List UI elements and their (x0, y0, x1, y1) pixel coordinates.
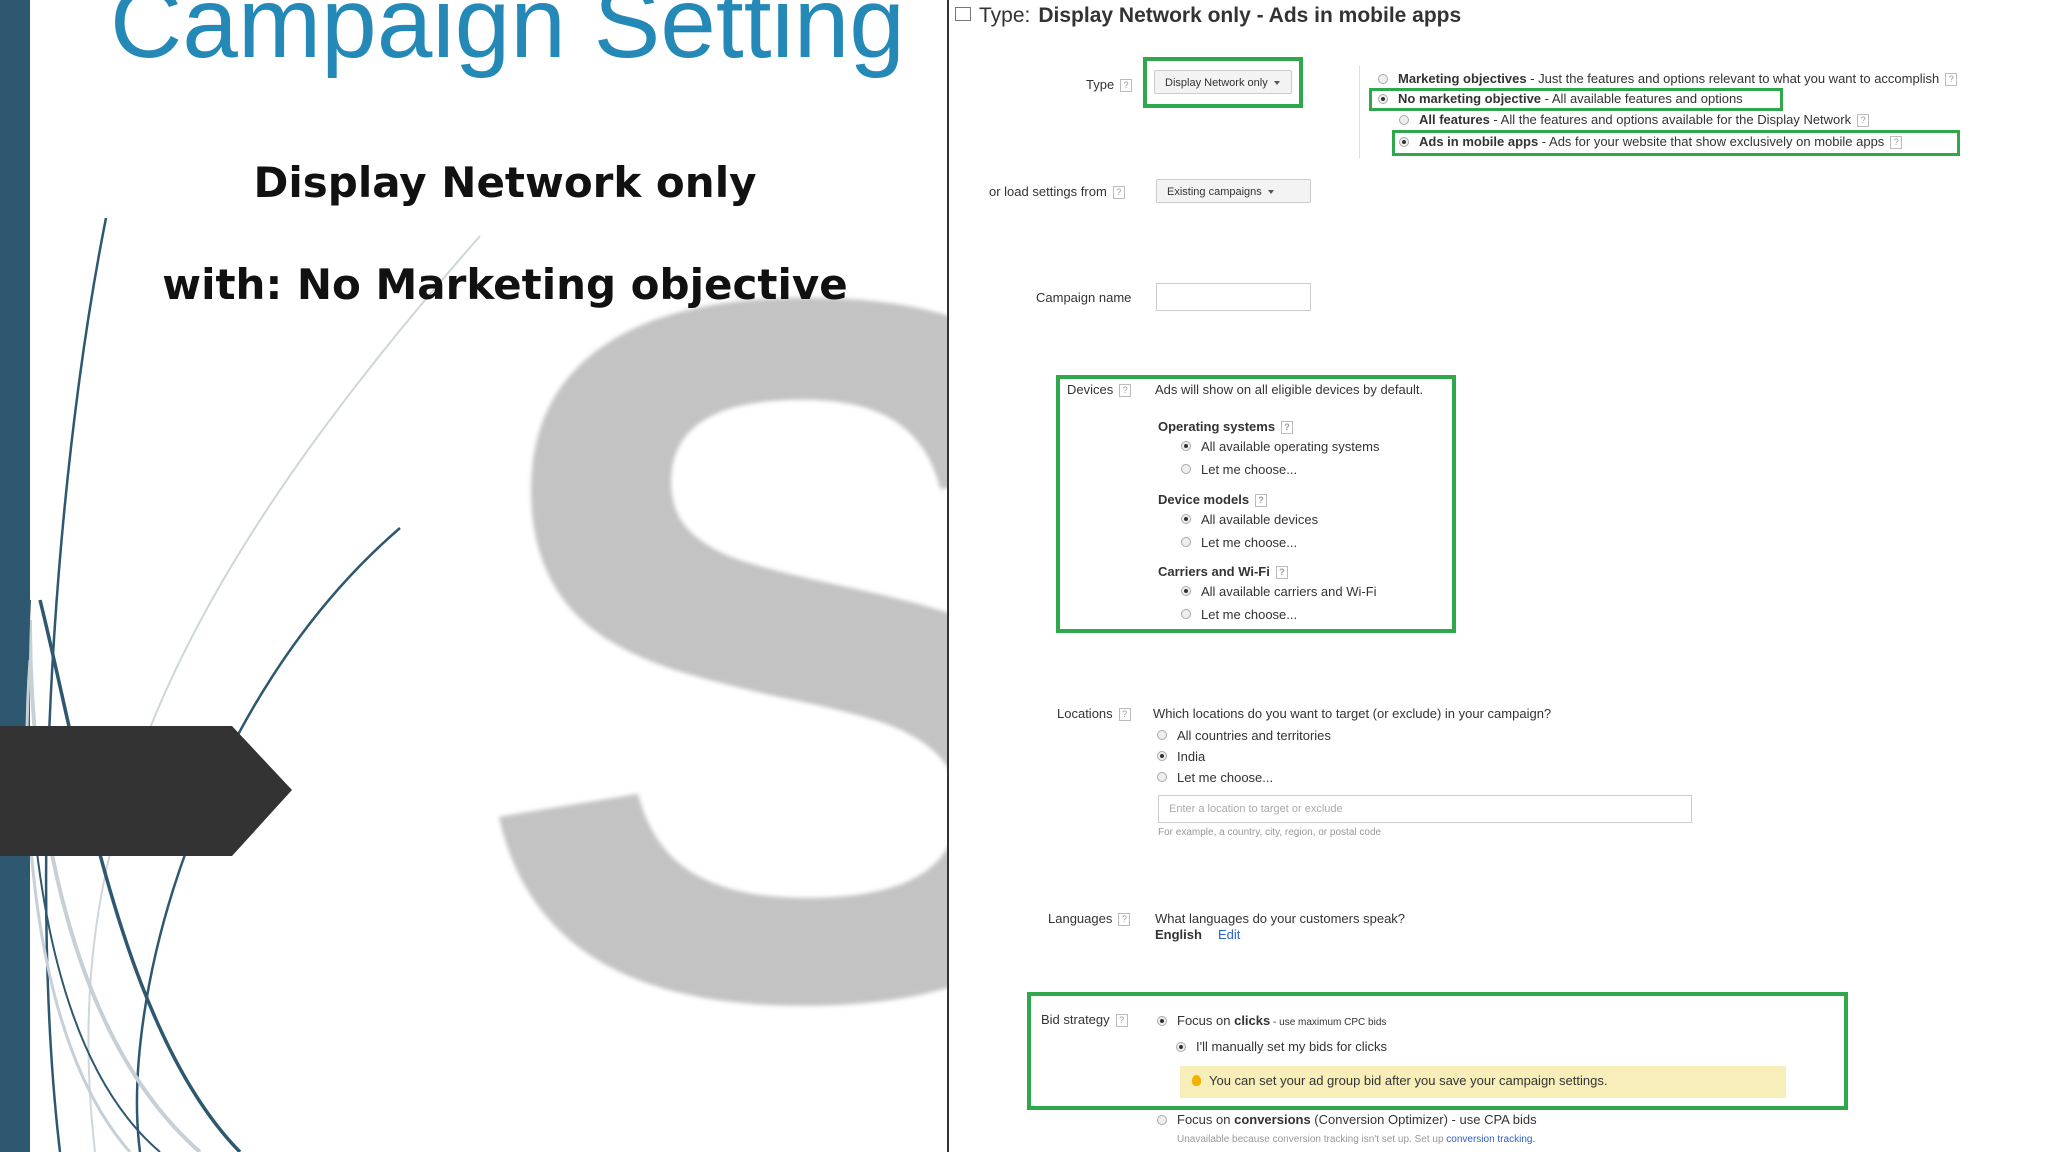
radio-locations-choose[interactable] (1157, 772, 1167, 782)
help-icon[interactable]: ? (1275, 566, 1288, 580)
panel-icon (955, 7, 971, 21)
device-models-title: Device models? (1158, 492, 1268, 508)
radio-manual-bids[interactable] (1176, 1042, 1186, 1052)
carriers-title: Carriers and Wi-Fi? (1158, 564, 1288, 580)
radio-all-features[interactable] (1399, 115, 1409, 125)
os-title: Operating systems? (1158, 419, 1294, 435)
conversions-unavailable: Unavailable because conversion tracking … (1177, 1134, 1536, 1145)
models-choose-label: Let me choose... (1201, 535, 1298, 550)
focus-conversions-label: Focus on conversions (Conversion Optimiz… (1177, 1112, 1537, 1127)
locations-india-label: India (1177, 749, 1206, 764)
help-icon[interactable]: ? (1112, 186, 1125, 200)
existing-campaigns-dropdown[interactable]: Existing campaigns (1156, 179, 1311, 203)
subtitle-line-1: Display Network only (253, 158, 757, 207)
chevron-down-icon (1273, 81, 1280, 86)
bid-strategy-label: Bid strategy? (1041, 1012, 1128, 1028)
slide-title: Campaign Setting (110, 0, 905, 79)
option-marketing-objectives: Marketing objectives - Just the features… (1398, 71, 1958, 87)
carriers-all-label: All available carriers and Wi-Fi (1201, 584, 1377, 599)
slide-panel: S Campaign Setting Display Network only … (0, 0, 948, 1152)
help-icon[interactable]: ? (1119, 384, 1132, 398)
load-settings-label: or load settings from? (989, 184, 1125, 200)
languages-question: What languages do your customers speak? (1155, 911, 1406, 926)
help-icon[interactable]: ? (1120, 79, 1133, 93)
header-value: Display Network only - Ads in mobile app… (1038, 4, 1462, 27)
help-icon[interactable]: ? (1857, 114, 1870, 128)
radio-focus-clicks[interactable] (1157, 1016, 1167, 1026)
languages-label: Languages? (1048, 911, 1131, 927)
arrow-shape (0, 726, 292, 856)
option-no-marketing-objective: No marketing objective - All available f… (1398, 91, 1743, 106)
focus-clicks-label: Focus on clicks - use maximum CPC bids (1177, 1013, 1387, 1028)
radio-marketing-objectives[interactable] (1378, 74, 1388, 84)
campaign-name-label: Campaign name (1036, 290, 1132, 305)
carriers-choose-label: Let me choose... (1201, 607, 1298, 622)
radio-models-all[interactable] (1181, 514, 1191, 524)
radio-models-choose[interactable] (1181, 537, 1191, 547)
radio-locations-all[interactable] (1157, 730, 1167, 740)
separator (1359, 66, 1360, 158)
radio-carriers-all[interactable] (1181, 586, 1191, 596)
devices-label: Devices? (1067, 382, 1132, 398)
adwords-screenshot: Type: Display Network only - Ads in mobil… (949, 0, 2048, 1152)
radio-focus-conversions[interactable] (1157, 1115, 1167, 1125)
manual-bids-label: I'll manually set my bids for clicks (1196, 1039, 1388, 1054)
help-icon[interactable]: ? (1118, 708, 1131, 722)
location-search-input[interactable]: Enter a location to target or exclude (1158, 795, 1692, 823)
radio-os-choose[interactable] (1181, 464, 1191, 474)
subtitle-line-2: with: No Marketing objective (162, 260, 848, 309)
radio-os-all[interactable] (1181, 441, 1191, 451)
radio-no-marketing-objective[interactable] (1378, 94, 1388, 104)
help-icon[interactable]: ? (1255, 494, 1268, 508)
option-ads-in-mobile-apps: Ads in mobile apps - Ads for your websit… (1419, 134, 1903, 150)
radio-locations-india[interactable] (1157, 751, 1167, 761)
radio-ads-in-mobile-apps[interactable] (1399, 137, 1409, 147)
locations-all-label: All countries and territories (1177, 728, 1331, 743)
help-icon[interactable]: ? (1890, 136, 1903, 150)
locations-question: Which locations do you want to target (o… (1153, 706, 1552, 721)
conversion-tracking-link[interactable]: conversion tracking. (1446, 1134, 1535, 1145)
type-header: Type: Display Network only - Ads in mobil… (955, 4, 1461, 28)
languages-edit-link[interactable]: Edit (1218, 927, 1240, 942)
lightbulb-icon (1192, 1075, 1201, 1086)
help-icon[interactable]: ? (1115, 1014, 1128, 1028)
location-hint: For example, a country, city, region, or… (1158, 827, 1382, 838)
help-icon[interactable]: ? (1118, 913, 1131, 927)
os-all-label: All available operating systems (1201, 439, 1380, 454)
header-prefix: Type: (979, 4, 1031, 27)
locations-label: Locations? (1057, 706, 1131, 722)
radio-carriers-choose[interactable] (1181, 609, 1191, 619)
type-dropdown[interactable]: Display Network only (1154, 70, 1292, 94)
locations-choose-label: Let me choose... (1177, 770, 1274, 785)
chevron-down-icon (1267, 190, 1274, 195)
location-input-placeholder: Enter a location to target or exclude (1169, 803, 1343, 815)
bid-notice: You can set your ad group bid after you … (1180, 1066, 1786, 1098)
languages-value: English (1155, 927, 1202, 942)
campaign-name-input[interactable] (1156, 283, 1311, 311)
help-icon[interactable]: ? (1281, 421, 1294, 435)
devices-description: Ads will show on all eligible devices by… (1155, 382, 1424, 397)
os-choose-label: Let me choose... (1201, 462, 1298, 477)
help-icon[interactable]: ? (1945, 73, 1958, 87)
type-label: Type? (1086, 77, 1133, 93)
models-all-label: All available devices (1201, 512, 1319, 527)
option-all-features: All features - All the features and opti… (1419, 112, 1870, 128)
